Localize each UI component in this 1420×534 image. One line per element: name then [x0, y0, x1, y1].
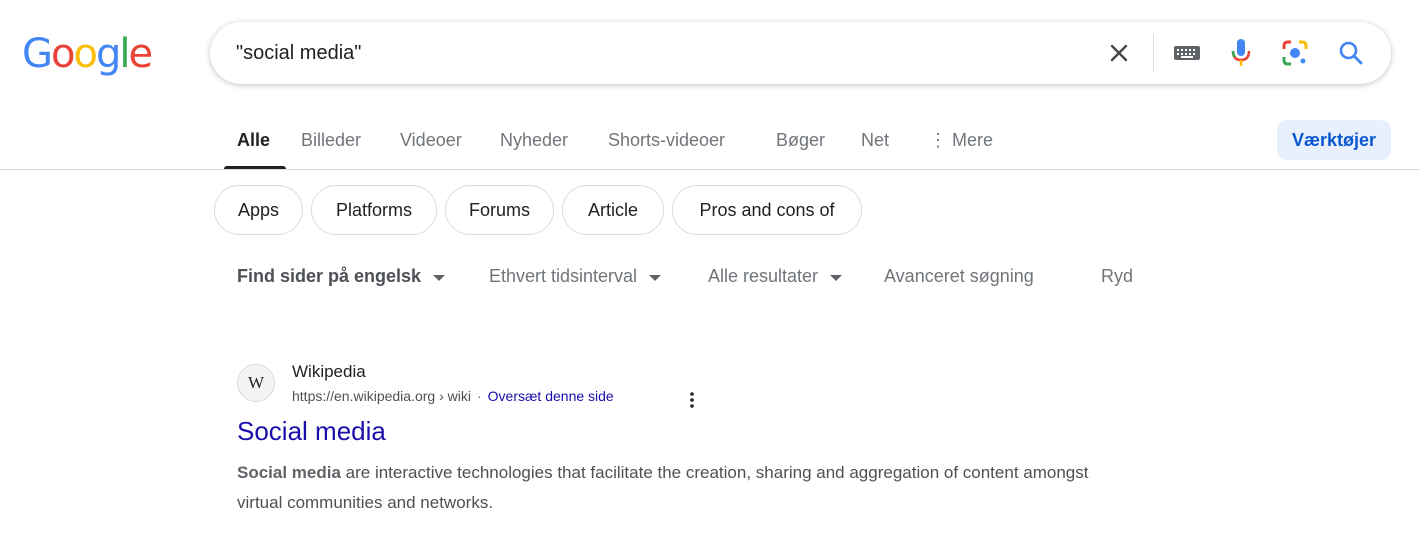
lens-icon [1282, 40, 1308, 66]
search-submit-button[interactable] [1335, 37, 1367, 69]
chip-article[interactable]: Article [562, 185, 664, 235]
caret-down-icon [830, 274, 843, 281]
google-logo[interactable]: Google [22, 31, 153, 77]
tools-button[interactable]: Værktøjer [1277, 120, 1391, 160]
tab-billeder[interactable]: Billeder [301, 130, 361, 151]
tab-net[interactable]: Net [861, 130, 889, 151]
advanced-search-link[interactable]: Avanceret søgning [884, 266, 1034, 287]
tab-boger[interactable]: Bøger [776, 130, 825, 151]
tab-more[interactable]: ⋮ Mere [929, 130, 993, 151]
url-separator: · [476, 388, 482, 404]
search-divider [1153, 34, 1154, 72]
snippet-highlight: Social media [237, 463, 341, 482]
search-box [210, 22, 1391, 84]
caret-down-icon [433, 274, 446, 281]
keyboard-icon [1174, 46, 1200, 60]
tab-alle[interactable]: Alle [237, 130, 270, 151]
time-filter[interactable]: Ethvert tidsinterval [489, 266, 662, 287]
logo-letter: o [51, 31, 76, 77]
time-filter-label: Ethvert tidsinterval [489, 266, 638, 286]
search-input[interactable] [236, 36, 1076, 70]
caret-down-icon [649, 274, 662, 281]
results-filter[interactable]: Alle resultater [708, 266, 843, 287]
tab-videoer[interactable]: Videoer [400, 130, 462, 151]
language-filter[interactable]: Find sider på engelsk [237, 266, 446, 287]
clear-button[interactable] [1103, 37, 1135, 69]
wikipedia-favicon-icon[interactable]: W [237, 364, 275, 402]
chip-forums[interactable]: Forums [445, 185, 554, 235]
logo-letter: o [73, 31, 98, 77]
chip-platforms[interactable]: Platforms [311, 185, 437, 235]
result-url-line: https://en.wikipedia.org › wiki · Oversæ… [292, 388, 614, 404]
logo-letter: g [95, 31, 121, 77]
result-url[interactable]: https://en.wikipedia.org › wiki [292, 388, 471, 404]
logo-letter: e [128, 31, 153, 77]
clear-filters-link[interactable]: Ryd [1101, 266, 1133, 287]
translate-page-link[interactable]: Oversæt denne side [488, 388, 614, 404]
close-icon [1110, 44, 1128, 62]
result-snippet: Social media are interactive technologie… [237, 458, 1137, 518]
language-filter-label: Find sider på engelsk [237, 266, 422, 286]
result-site-name[interactable]: Wikipedia [292, 362, 366, 382]
active-tab-indicator [224, 166, 286, 169]
keyboard-button[interactable] [1171, 37, 1203, 69]
tab-shorts-videoer[interactable]: Shorts-videoer [608, 130, 725, 151]
voice-search-button[interactable] [1225, 37, 1257, 69]
result-title-link[interactable]: Social media [237, 416, 386, 447]
microphone-icon [1231, 39, 1251, 66]
logo-letter: l [119, 31, 130, 77]
tab-nyheder[interactable]: Nyheder [500, 130, 568, 151]
result-options-button[interactable] [684, 388, 700, 412]
logo-letter: G [22, 31, 53, 77]
lens-search-button[interactable] [1279, 37, 1311, 69]
chip-pros-and-cons[interactable]: Pros and cons of [672, 185, 862, 235]
search-tabs: Alle Billeder Videoer Nyheder Shorts-vid… [0, 110, 1420, 170]
chip-apps[interactable]: Apps [214, 185, 303, 235]
snippet-text: are interactive technologies that facili… [237, 463, 1089, 512]
search-icon [1339, 41, 1363, 65]
results-filter-label: Alle resultater [708, 266, 819, 286]
more-vert-icon [690, 392, 694, 408]
